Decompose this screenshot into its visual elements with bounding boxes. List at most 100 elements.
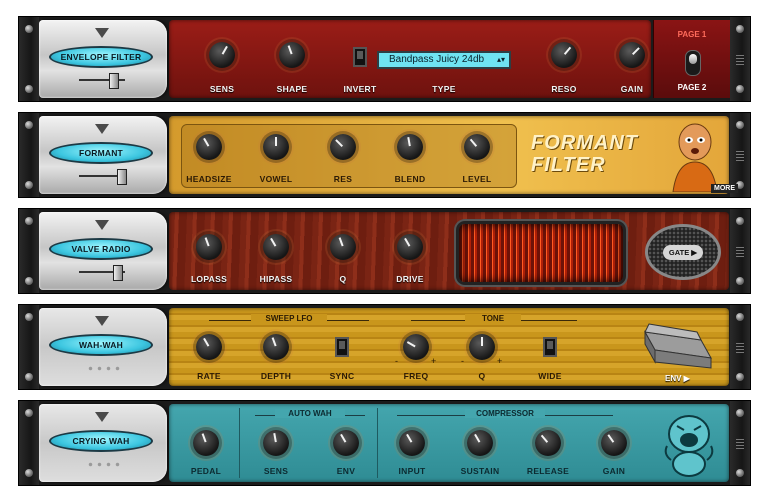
wide-label: WIDE [538, 371, 562, 381]
vowel-label: VOWEL [259, 174, 293, 184]
grip-icon[interactable] [736, 55, 744, 65]
tone-q-knob[interactable] [469, 334, 495, 360]
bypass-fader[interactable] [79, 73, 125, 89]
env-label: ENV [336, 466, 356, 476]
triangle-down-icon[interactable] [95, 316, 109, 326]
pedal-label: PEDAL [190, 466, 222, 476]
triangle-down-icon[interactable] [95, 124, 109, 134]
effect-name: FORMANT [79, 148, 123, 158]
input-label: INPUT [398, 466, 426, 476]
effect-name: WAH-WAH [79, 340, 123, 350]
screw-icon [736, 277, 744, 285]
screw-icon [736, 85, 744, 93]
rack-valve-radio: VALVE RADIO LOPASS HIPASS Q DRIVE GATE ▶ [18, 208, 751, 294]
bypass-fader[interactable] [79, 265, 125, 281]
blend-label: BLEND [394, 174, 426, 184]
shape-label: SHAPE [276, 84, 308, 94]
page1-label[interactable]: PAGE 1 [654, 30, 730, 39]
grip-icon[interactable] [736, 343, 744, 353]
input-knob[interactable] [399, 430, 425, 456]
screw-icon [736, 313, 744, 321]
rack-ear-left [19, 113, 39, 197]
res-knob[interactable] [330, 134, 356, 160]
effect-name-button[interactable]: CRYING WAH [49, 430, 153, 452]
lopass-knob[interactable] [196, 234, 222, 260]
fader-handle[interactable] [117, 169, 127, 185]
wah-pedal-icon[interactable] [641, 318, 713, 370]
env-button[interactable]: ENV ▶ [665, 374, 690, 383]
bypass-fader[interactable] [79, 169, 127, 185]
screw-icon [25, 85, 33, 93]
blend-knob[interactable] [397, 134, 423, 160]
reso-knob[interactable] [551, 42, 577, 68]
sens-knob[interactable] [263, 430, 289, 456]
release-knob[interactable] [535, 430, 561, 456]
page-selector: PAGE 1 PAGE 2 [653, 20, 730, 98]
control-panel: SENS SHAPE INVERT Bandpass Juicy 24db ▴▾ … [169, 20, 651, 98]
tone-label: TONE [465, 314, 521, 323]
rack-envelope-filter: ENVELOPE FILTER SENS SHAPE INVERT Bandpa… [18, 16, 751, 102]
rate-knob[interactable] [196, 334, 222, 360]
screw-icon [736, 121, 744, 129]
res-label: RES [333, 174, 353, 184]
name-plate: WAH-WAH [39, 308, 167, 386]
more-button[interactable]: MORE [711, 184, 738, 193]
screw-icon [736, 25, 744, 33]
sustain-knob[interactable] [467, 430, 493, 456]
effect-name-button[interactable]: VALVE RADIO [49, 238, 153, 260]
triangle-down-icon[interactable] [95, 28, 109, 38]
control-panel: AUTO WAH COMPRESSOR PEDAL SENS ENV INPUT… [169, 404, 729, 482]
headsize-knob[interactable] [196, 134, 222, 160]
depth-knob[interactable] [263, 334, 289, 360]
page2-label[interactable]: PAGE 2 [654, 83, 730, 92]
gain-knob[interactable] [619, 42, 645, 68]
fader-handle[interactable] [113, 265, 123, 281]
page-toggle[interactable] [685, 50, 701, 76]
freq-minus: - [395, 356, 398, 366]
drive-knob[interactable] [397, 234, 423, 260]
fader-handle[interactable] [109, 73, 119, 89]
grip-icon[interactable] [736, 439, 744, 449]
screw-icon [25, 181, 33, 189]
freq-knob[interactable] [403, 334, 429, 360]
effect-name-button[interactable]: WAH-WAH [49, 334, 153, 356]
rate-label: RATE [197, 371, 221, 381]
sweep-lfo-label: SWEEP LFO [251, 314, 327, 323]
triangle-down-icon[interactable] [95, 412, 109, 422]
wide-switch[interactable] [543, 337, 557, 357]
vowel-knob[interactable] [263, 134, 289, 160]
sens-knob[interactable] [209, 42, 235, 68]
level-knob[interactable] [464, 134, 490, 160]
grip-icon[interactable] [736, 151, 744, 161]
screw-icon [736, 373, 744, 381]
screw-icon [25, 217, 33, 225]
gain-knob[interactable] [601, 430, 627, 456]
grip-icon[interactable] [736, 247, 744, 257]
q-knob[interactable] [330, 234, 356, 260]
rack-ear-left [19, 209, 39, 293]
type-value: Bandpass Juicy 24db [389, 54, 485, 65]
release-label: RELEASE [526, 466, 570, 476]
effect-name-button[interactable]: FORMANT [49, 142, 153, 164]
screw-icon [736, 469, 744, 477]
sync-switch[interactable] [335, 337, 349, 357]
name-plate: VALVE RADIO [39, 212, 167, 290]
hipass-knob[interactable] [263, 234, 289, 260]
cartoon-monk-icon [672, 123, 718, 192]
effect-name: VALVE RADIO [71, 244, 131, 254]
env-knob[interactable] [333, 430, 359, 456]
q-plus: + [497, 356, 503, 366]
pedal-knob[interactable] [193, 430, 219, 456]
rack-ear-right [730, 17, 750, 101]
shape-knob[interactable] [279, 42, 305, 68]
invert-switch[interactable] [353, 47, 367, 67]
rack-ear-right [730, 305, 750, 389]
name-plate: FORMANT [39, 116, 167, 194]
rack-ear-right [730, 209, 750, 293]
effect-name-button[interactable]: ENVELOPE FILTER [49, 46, 153, 68]
gate-button[interactable]: GATE ▶ [645, 224, 721, 280]
screw-icon [736, 409, 744, 417]
triangle-down-icon[interactable] [95, 220, 109, 230]
type-select[interactable]: Bandpass Juicy 24db ▴▾ [377, 51, 511, 69]
screw-icon [736, 217, 744, 225]
